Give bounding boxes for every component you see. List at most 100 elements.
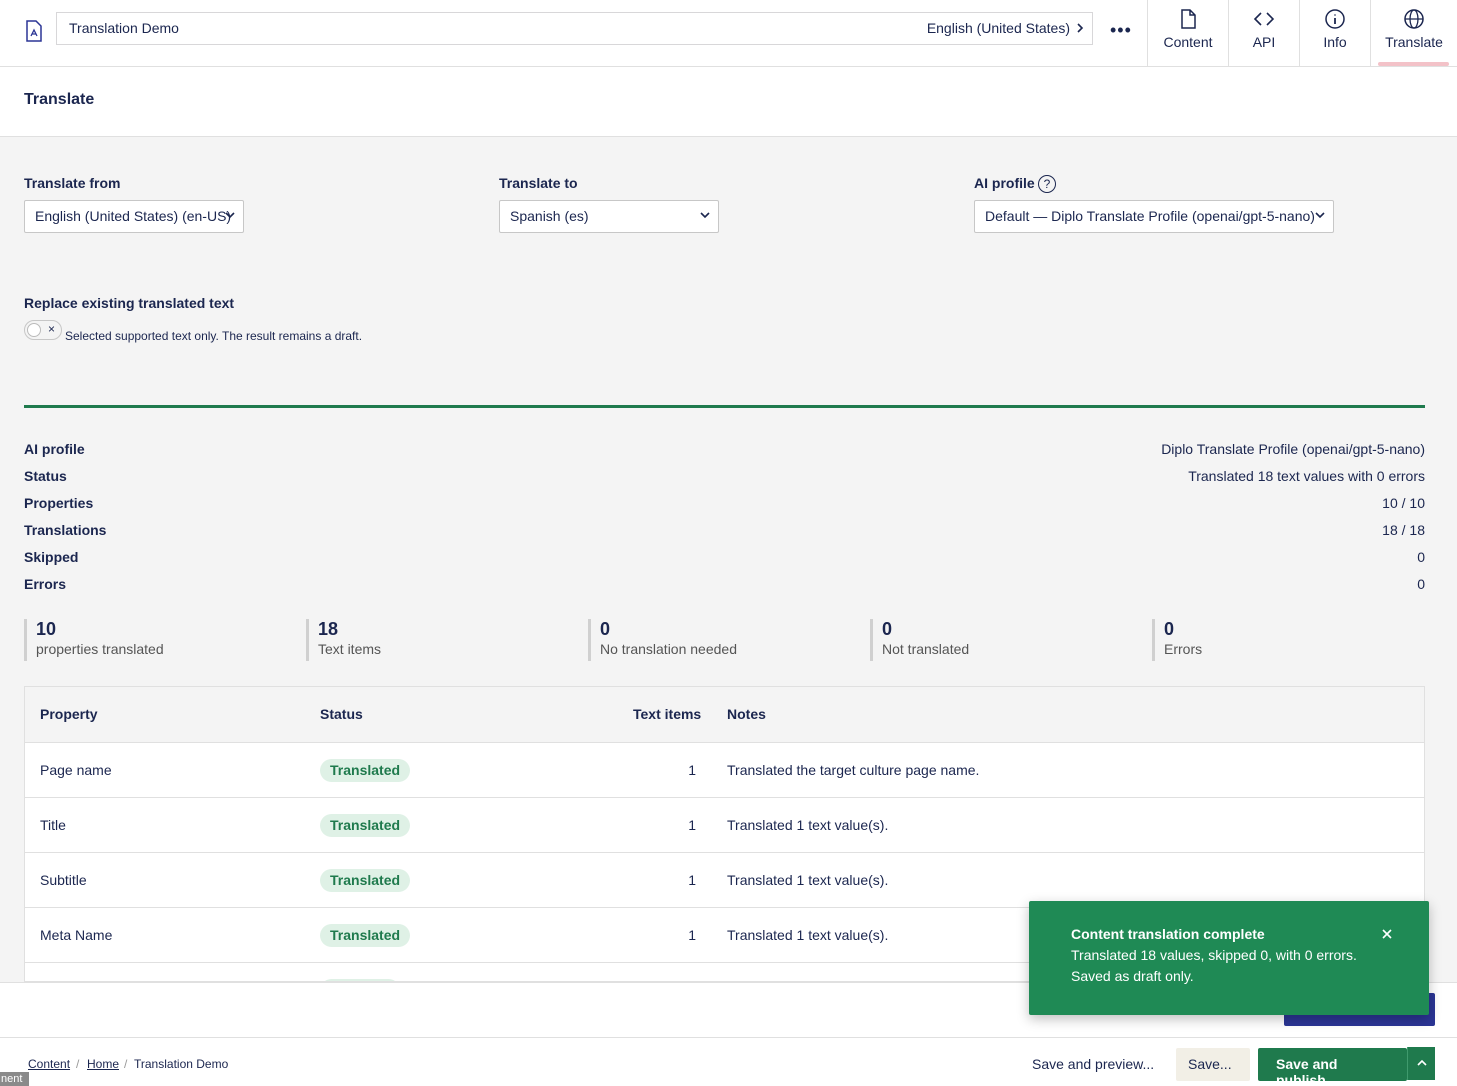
stat-number: 0 — [1164, 619, 1175, 639]
stat-card: 0 Errors — [1152, 619, 1202, 661]
summary-label: Errors — [24, 576, 67, 592]
notification-toast: Content translation complete Translated … — [1029, 901, 1429, 1015]
close-icon[interactable] — [1381, 928, 1393, 940]
tab-label: Info — [1323, 34, 1347, 50]
translate-from-label: Translate from — [24, 175, 121, 191]
stat-number: 18 — [318, 619, 339, 639]
table-row: Title Translated 1 Translated 1 text val… — [25, 798, 1424, 853]
more-actions-icon[interactable]: ••• — [1110, 20, 1132, 41]
column-header-notes: Notes — [727, 706, 766, 722]
translate-from-select[interactable]: English (United States) (en-US) — [24, 200, 244, 233]
toggle-knob — [27, 323, 41, 337]
toast-title: Content translation complete — [1071, 926, 1265, 942]
tab-label: Content — [1163, 34, 1213, 50]
info-icon — [1325, 9, 1345, 29]
translate-to-label: Translate to — [499, 175, 578, 191]
breadcrumb-separator: / — [76, 1057, 80, 1071]
culture-label: English (United States) — [926, 20, 1070, 36]
row-property: Subtitle — [40, 872, 87, 888]
translate-to-select[interactable]: Spanish (es) — [499, 200, 719, 233]
chevron-down-icon — [225, 212, 235, 219]
ai-profile-value: Default — Diplo Translate Profile (opena… — [985, 208, 1315, 224]
corner-tag: nent — [0, 1072, 29, 1086]
page-header: Translate — [0, 67, 1457, 137]
stat-card: 10 properties translated — [24, 619, 164, 661]
translate-from-value: English (United States) (en-US) — [35, 208, 232, 224]
document-icon — [1181, 9, 1196, 29]
breadcrumb-separator: / — [124, 1057, 128, 1071]
table-header: Property Status Text items Notes — [25, 687, 1424, 743]
stat-label: Not translated — [882, 641, 970, 657]
stat-label: Text items — [318, 641, 382, 657]
row-notes: Translated the target culture page name. — [727, 762, 980, 778]
stat-number: 10 — [36, 619, 57, 639]
tab-api[interactable]: API — [1228, 0, 1299, 66]
tab-label: API — [1252, 34, 1276, 50]
stat-number: 0 — [600, 619, 611, 639]
column-header-text-items: Text items — [633, 706, 702, 722]
summary-label: Skipped — [24, 549, 79, 565]
publish-options-button[interactable] — [1407, 1047, 1435, 1080]
tab-label: Translate — [1385, 34, 1443, 50]
summary-value: 10 / 10 — [1382, 495, 1425, 511]
code-icon — [1253, 12, 1275, 26]
status-badge: Translated — [320, 924, 411, 947]
translate-to-value: Spanish (es) — [510, 208, 589, 224]
tab-info[interactable]: Info — [1299, 0, 1370, 66]
footer-bar: Content / Home / Translation Demo Save a… — [0, 1037, 1457, 1086]
stat-label: properties translated — [36, 641, 164, 657]
ai-profile-select[interactable]: Default — Diplo Translate Profile (opena… — [974, 200, 1334, 233]
column-header-status: Status — [320, 706, 363, 722]
stat-card: 0 Not translated — [870, 619, 969, 661]
stat-card: 0 No translation needed — [588, 619, 737, 661]
row-text-items: 1 — [688, 817, 696, 833]
replace-existing-description: Selected supported text only. The result… — [65, 329, 363, 343]
stat-card: 18 Text items — [306, 619, 381, 661]
row-text-items: 1 — [688, 762, 696, 778]
document-name: Translation Demo — [69, 20, 179, 36]
summary-value: Diplo Translate Profile (openai/gpt-5-na… — [1161, 441, 1425, 457]
column-header-property: Property — [40, 706, 98, 722]
help-icon[interactable]: ? — [1038, 175, 1056, 193]
summary-label: Translations — [24, 522, 107, 538]
row-text-items: 1 — [688, 872, 696, 888]
table-row: Subtitle Translated 1 Translated 1 text … — [25, 853, 1424, 908]
status-badge: Translated — [320, 759, 411, 782]
row-property: Meta Name — [40, 927, 113, 943]
summary-label: Properties — [24, 495, 94, 511]
status-badge: Translated — [320, 814, 411, 837]
active-tab-indicator — [1378, 62, 1449, 66]
save-and-publish-button[interactable]: Save and publish... — [1258, 1048, 1407, 1086]
status-badge: Translated — [320, 869, 411, 892]
replace-existing-toggle[interactable]: × — [24, 320, 62, 340]
summary-value: 0 — [1417, 576, 1425, 592]
breadcrumb-home[interactable]: Home — [87, 1057, 119, 1071]
row-property: Page name — [40, 762, 112, 778]
summary-value: Translated 18 text values with 0 errors — [1188, 468, 1425, 484]
result-divider — [24, 405, 1425, 408]
save-button[interactable]: Save... — [1176, 1048, 1250, 1081]
stat-label: Errors — [1164, 641, 1203, 657]
close-icon: × — [47, 322, 55, 336]
chevron-down-icon — [700, 212, 710, 219]
row-notes: Translated 1 text value(s). — [727, 927, 889, 943]
toast-message: Translated 18 values, skipped 0, with 0 … — [1071, 947, 1357, 963]
toast-message: Saved as draft only. — [1071, 968, 1194, 984]
replace-existing-label: Replace existing translated text — [24, 295, 235, 311]
row-text-items: 1 — [688, 927, 696, 943]
culture-switcher-button[interactable]: English (United States) — [927, 20, 1084, 36]
tab-content[interactable]: Content — [1147, 0, 1228, 66]
breadcrumb-content[interactable]: Content — [28, 1057, 70, 1071]
document-icon — [26, 20, 42, 42]
stat-label: No translation needed — [600, 641, 737, 657]
table-row: Page name Translated 1 Translated the ta… — [25, 743, 1424, 798]
row-property: Title — [40, 817, 66, 833]
save-and-preview-button[interactable]: Save and preview... — [1020, 1048, 1166, 1081]
summary-value: 18 / 18 — [1382, 522, 1425, 538]
page-title: Translate — [24, 91, 95, 108]
row-notes: Translated 1 text value(s). — [727, 817, 889, 833]
summary-value: 0 — [1417, 549, 1425, 565]
document-name-input[interactable]: Translation Demo English (United States) — [56, 12, 1093, 45]
app-header: Translation Demo English (United States)… — [0, 0, 1457, 67]
tab-translate[interactable]: Translate — [1370, 0, 1457, 66]
